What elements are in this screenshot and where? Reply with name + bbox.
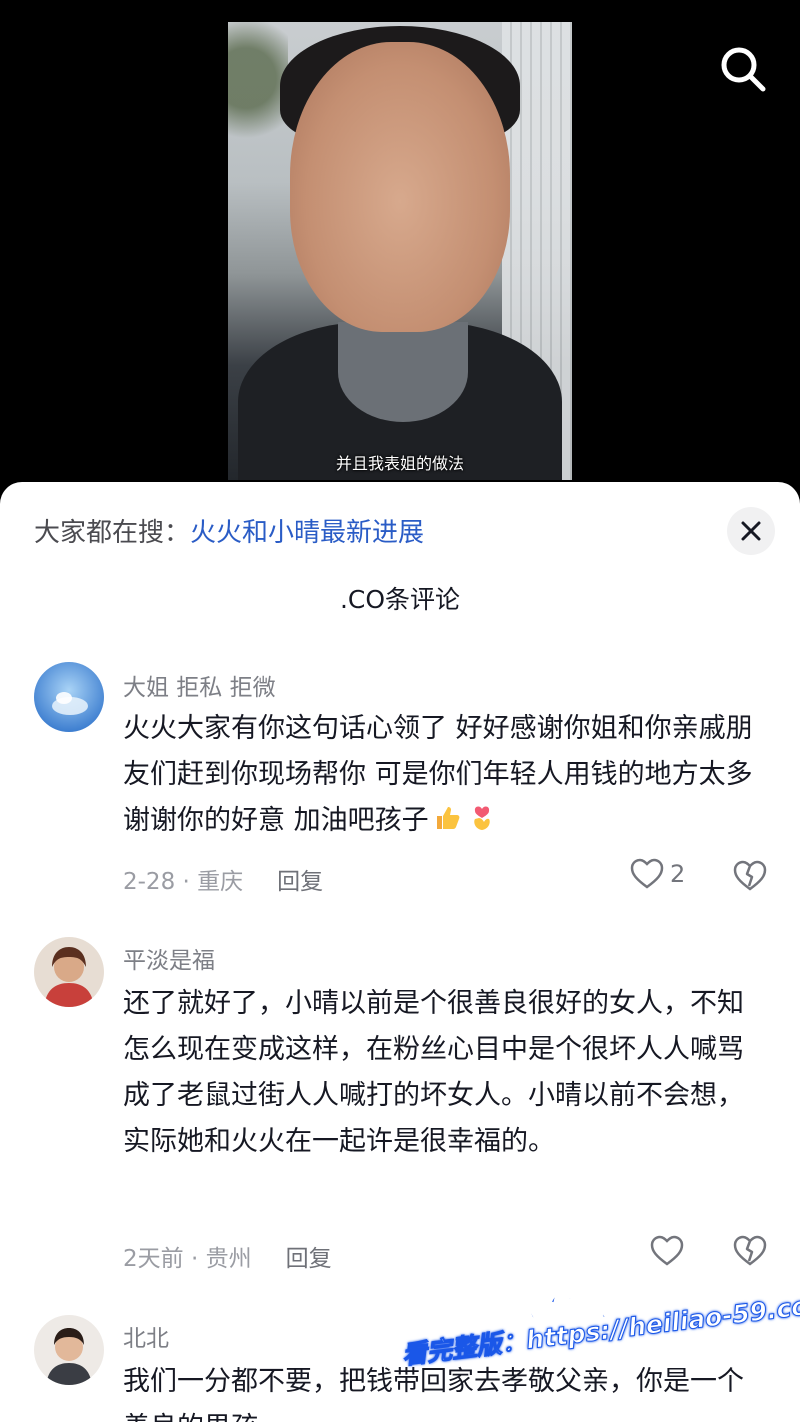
comment-sheet: 大家都在搜：火火和小晴最新进展 .CO条评论 大姐 拒私 拒微 火火大家有你这句…: [0, 482, 800, 1422]
like-count: 2: [670, 860, 686, 888]
video-frame[interactable]: 并且我表姐的做法: [228, 22, 572, 480]
dislike-button[interactable]: [733, 1235, 767, 1271]
comment-item: 北北 我们一分都不要，把钱带回家去孝敬父亲，你是一个善良的男孩: [0, 1315, 800, 1422]
person-collar: [338, 322, 468, 422]
comment-date-location: 2-28 · 重庆: [123, 869, 244, 895]
like-button[interactable]: 2: [630, 858, 685, 890]
avatar-portrait-image: [34, 1315, 104, 1385]
broken-heart-icon: [733, 860, 767, 891]
comment-meta: 2天前 · 贵州 回复: [123, 1239, 332, 1273]
comment-text: 我们一分都不要，把钱带回家去孝敬父亲，你是一个善良的男孩: [123, 1366, 744, 1422]
heart-outline-icon: [630, 858, 664, 889]
trending-search-bar[interactable]: 大家都在搜：火火和小晴最新进展: [34, 512, 424, 549]
close-icon: [741, 521, 761, 541]
comment-text: 还了就好了，小晴以前是个很善良很好的女人，不知怎么现在变成这样，在粉丝心目中是个…: [123, 988, 744, 1157]
avatar-portrait-image: [34, 937, 104, 1007]
avatar[interactable]: [34, 937, 104, 1007]
background-tree: [228, 22, 288, 162]
trending-link[interactable]: 火火和小晴最新进展: [190, 518, 424, 548]
search-button[interactable]: [716, 42, 770, 96]
video-player[interactable]: 并且我表姐的做法: [0, 0, 800, 500]
broken-heart-icon: [733, 1235, 767, 1266]
comment-text: 火火大家有你这句话心领了 好好感谢你姐和你亲戚朋友们赶到你现场帮你 可是你们年轻…: [123, 706, 773, 844]
finger-heart-icon: [473, 806, 490, 830]
search-icon: [721, 47, 766, 92]
reply-button[interactable]: 回复: [277, 869, 323, 895]
person-face: [290, 42, 510, 332]
comment-username[interactable]: 平淡是福: [123, 941, 215, 975]
comment-item: 大姐 拒私 拒微 火火大家有你这句话心领了 好好感谢你姐和你亲戚朋友们赶到你现场…: [0, 662, 800, 912]
avatar[interactable]: [34, 662, 104, 732]
comment-username[interactable]: 北北: [123, 1319, 169, 1353]
video-subtitle: 并且我表姐的做法: [335, 454, 464, 473]
avatar[interactable]: [34, 1315, 104, 1385]
comment-date-location: 2天前 · 贵州: [123, 1246, 252, 1272]
like-button[interactable]: [650, 1235, 684, 1267]
comment-meta: 2-28 · 重庆 回复: [123, 862, 323, 896]
reply-button[interactable]: 回复: [286, 1246, 332, 1272]
comment-count-title: .CO条评论: [339, 585, 461, 614]
trending-prefix: 大家都在搜：: [34, 518, 191, 548]
comment-username[interactable]: 大姐 拒私 拒微: [123, 668, 276, 702]
close-button[interactable]: [727, 507, 775, 555]
heart-outline-icon: [650, 1235, 684, 1266]
dislike-button[interactable]: [733, 860, 767, 896]
comment-item: 平淡是福 还了就好了，小晴以前是个很善良很好的女人，不知怎么现在变成这样，在粉丝…: [0, 937, 800, 1277]
thumbs-up-icon: [436, 807, 459, 829]
avatar-sky-image: [34, 662, 104, 732]
